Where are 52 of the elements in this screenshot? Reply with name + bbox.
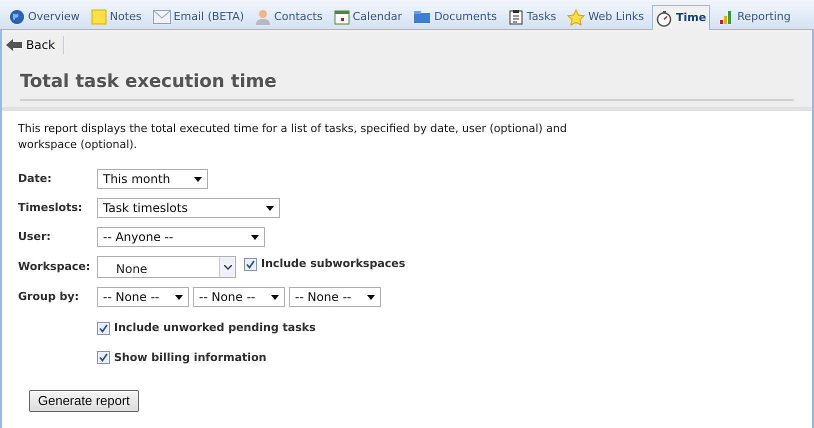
chevron-down-icon bbox=[224, 264, 232, 270]
calendar-icon bbox=[334, 9, 350, 25]
tab[interactable]: Contacts bbox=[252, 5, 326, 29]
page-title: Total task execution time bbox=[20, 60, 794, 101]
tab[interactable]: Overview bbox=[6, 5, 83, 29]
caret-icon bbox=[251, 234, 259, 240]
tab[interactable]: Email (BETA) bbox=[150, 5, 248, 29]
description: This report displays the total executed time for a list of tasks, specified by date, user (optional) and workspace (optional). bbox=[18, 121, 568, 153]
back-button[interactable]: Back bbox=[6, 36, 64, 54]
generate-report-button[interactable]: Generate report bbox=[29, 390, 139, 412]
field-label: Group by: bbox=[18, 288, 80, 305]
caret-icon bbox=[367, 294, 375, 300]
checkbox[interactable] bbox=[97, 322, 110, 335]
note-icon bbox=[90, 9, 107, 25]
dropdown[interactable]: -- None -- bbox=[193, 287, 285, 307]
checkbox-label: Include subworkspaces bbox=[261, 256, 406, 272]
check-icon bbox=[246, 260, 255, 269]
dropdown[interactable]: -- None -- bbox=[97, 287, 189, 307]
dropdown[interactable]: -- None -- bbox=[289, 287, 381, 307]
dropdown[interactable]: Task timeslots bbox=[97, 198, 280, 218]
tab[interactable]: Web Links bbox=[564, 5, 648, 29]
stopwatch-icon bbox=[656, 10, 674, 26]
caret-icon bbox=[266, 206, 274, 210]
tab[interactable]: Documents bbox=[410, 5, 500, 29]
dropdown[interactable]: -- Anyone -- bbox=[97, 227, 265, 247]
caret-icon bbox=[271, 294, 279, 300]
checkbox[interactable] bbox=[97, 351, 110, 364]
back-arrow-icon bbox=[6, 39, 22, 51]
clipboard-icon bbox=[508, 9, 524, 25]
star-icon bbox=[567, 8, 586, 26]
field-label: Workspace: bbox=[18, 258, 92, 275]
tab[interactable]: Reporting bbox=[715, 5, 794, 29]
field-label: Date: bbox=[18, 170, 53, 187]
tab[interactable]: Calendar bbox=[330, 5, 406, 29]
check-icon bbox=[99, 324, 108, 333]
person-icon bbox=[255, 9, 272, 25]
checkbox[interactable] bbox=[244, 258, 257, 271]
folder-icon bbox=[413, 10, 432, 24]
envelope-icon bbox=[152, 10, 171, 24]
tab[interactable]: Notes bbox=[88, 5, 145, 29]
dropdown[interactable]: This month bbox=[97, 169, 208, 189]
tab[interactable]: Time bbox=[652, 5, 710, 30]
field-label: Timeslots: bbox=[18, 200, 84, 216]
checkbox-label: Include unworked pending tasks bbox=[114, 320, 316, 336]
tab[interactable]: Tasks bbox=[504, 5, 560, 29]
checkbox-label: Show billing information bbox=[114, 350, 266, 366]
field-label: User: bbox=[18, 228, 52, 245]
caret-icon bbox=[175, 294, 183, 300]
caret-icon bbox=[194, 176, 202, 182]
workspace-combobox[interactable]: None bbox=[97, 256, 236, 278]
check-icon bbox=[99, 353, 108, 362]
globe-icon bbox=[9, 9, 25, 25]
